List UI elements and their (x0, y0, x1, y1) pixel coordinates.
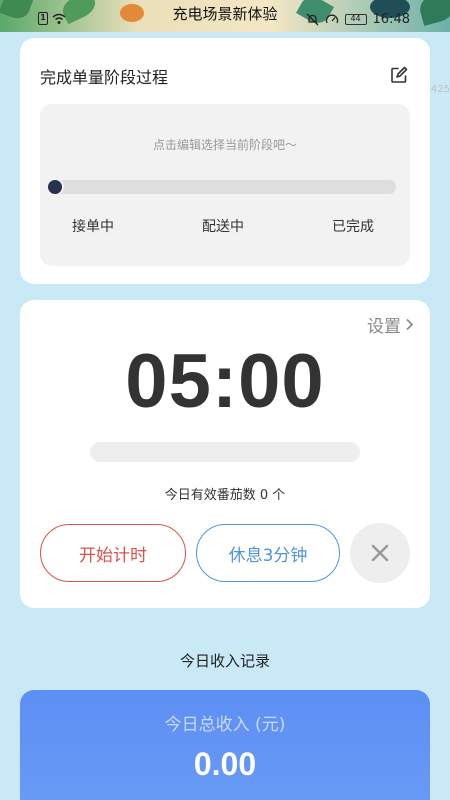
stage-card-title: 完成单量阶段过程 (40, 68, 169, 87)
speedometer-icon (325, 14, 338, 24)
stage-progress-track[interactable] (54, 180, 396, 194)
start-timer-button[interactable]: 开始计时 (40, 524, 186, 582)
income-card: 今日总收入 (元) 0.00 (20, 690, 430, 800)
timer-progress-bar (90, 442, 360, 462)
income-value: 0.00 (193, 746, 257, 782)
status-right-icons: 44 16:48 (306, 12, 410, 27)
timer-card: 设置 05:00 今日有效番茄数 0 个 开始计时 休息3分钟 (20, 300, 430, 608)
stage-card: 完成单量阶段过程 点击编辑选择当前阶段吧～ 接单中 配送中 已完成 (20, 38, 430, 284)
stage-selector[interactable]: 点击编辑选择当前阶段吧～ 接单中 配送中 已完成 (40, 104, 410, 266)
mute-bell-icon (306, 13, 318, 26)
status-time: 16:48 (372, 12, 410, 27)
income-label: 今日总收入 (元) (164, 715, 286, 735)
stage-progress-handle[interactable] (46, 178, 64, 196)
chevron-right-icon (406, 318, 414, 331)
status-bar: 1 充电场景新体验 44 16:48 (0, 0, 450, 32)
edit-icon[interactable] (390, 66, 408, 84)
settings-label: 设置 (367, 317, 401, 337)
rest-button[interactable]: 休息3分钟 (196, 524, 340, 582)
income-heading: 今日收入记录 (179, 652, 270, 670)
stage-hint: 点击编辑选择当前阶段吧～ (152, 138, 297, 152)
timer-display: 05:00 (125, 339, 325, 424)
battery-icon: 44 (344, 14, 367, 25)
stage-label-accepting: 接单中 (72, 219, 114, 235)
settings-link[interactable]: 设置 (367, 312, 414, 337)
pomodoro-count: 今日有效番茄数 0 个 (164, 488, 286, 503)
close-button[interactable] (350, 523, 410, 583)
close-icon (371, 544, 389, 562)
stage-label-completed: 已完成 (332, 219, 374, 235)
stage-label-delivering: 配送中 (202, 219, 244, 235)
